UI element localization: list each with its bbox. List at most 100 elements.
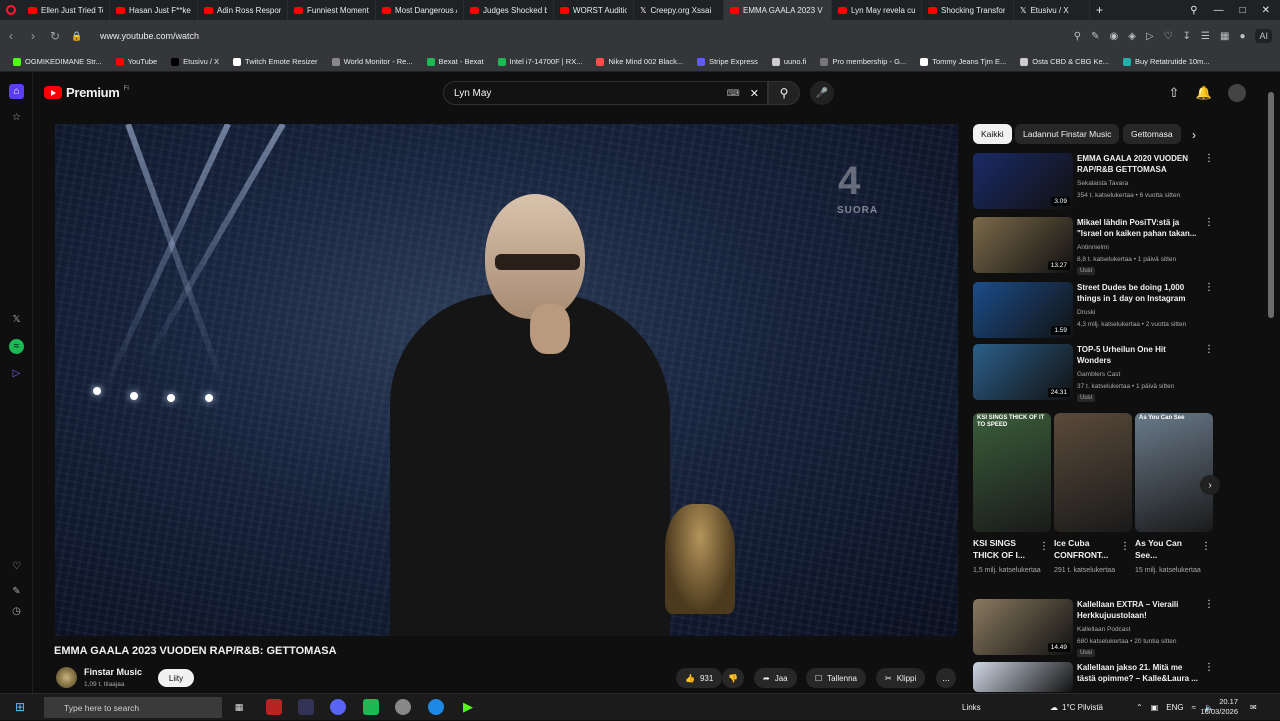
chevron-right-icon[interactable]: › — [1192, 128, 1196, 142]
browser-tab[interactable]: Most Dangerous A — [376, 0, 464, 20]
game-launcher-icon[interactable] — [363, 699, 379, 715]
bookmark-item[interactable]: uuno.fi — [765, 57, 814, 66]
x-icon[interactable]: 𝕏 — [9, 312, 24, 327]
video-title[interactable]: TOP-5 Urheilun One Hit Wonders — [1077, 344, 1199, 366]
play-icon[interactable]: ▷ — [1146, 31, 1154, 42]
home-icon[interactable]: ⌂ — [9, 84, 24, 99]
channel-name[interactable]: Gamblers Cast — [1077, 371, 1207, 378]
join-button[interactable]: Liity — [158, 669, 194, 687]
clock-icon[interactable]: ◷ — [9, 604, 24, 619]
video-title[interactable]: Kallellaan EXTRA – Vieraili Herkkujuusto… — [1077, 599, 1199, 621]
youtube-premium-logo[interactable]: Premium FI — [44, 85, 129, 100]
short-thumbnail[interactable] — [1054, 413, 1132, 532]
avatar[interactable] — [1228, 84, 1246, 102]
voice-search-button[interactable]: 🎤 — [810, 81, 834, 105]
video-thumbnail[interactable]: 3.09 — [973, 153, 1073, 209]
download-icon[interactable]: ↧ — [1183, 31, 1191, 42]
bookmark-item[interactable]: Buy Retatrutide 10m... — [1116, 57, 1217, 66]
url-field[interactable]: www.youtube.com/watch — [100, 31, 199, 41]
app-icon[interactable] — [298, 699, 314, 715]
shorts-next-button[interactable]: › — [1200, 475, 1220, 495]
channel-name[interactable]: Sekalaista Tavara — [1077, 180, 1207, 187]
browser-tab[interactable]: Hasan Just F**ked — [110, 0, 198, 20]
heart-icon[interactable]: ♡ — [9, 559, 24, 574]
bookmark-item[interactable]: OGMIKEDIMANE Str... — [6, 57, 109, 66]
video-thumbnail[interactable]: 14.49 — [973, 599, 1073, 655]
browser-tab[interactable]: Shocking Transfor — [922, 0, 1014, 20]
bookmark-item[interactable]: Intel i7-14700F | RX... — [491, 57, 590, 66]
taskbar-search-input[interactable]: Type here to search — [44, 697, 222, 718]
bookmark-item[interactable]: Etusivu / X — [164, 57, 226, 66]
more-options-icon[interactable]: ⋮ — [1204, 662, 1214, 673]
search-icon[interactable]: ⚲ — [1074, 31, 1081, 42]
wifi-icon[interactable]: ≈ — [1192, 703, 1196, 712]
extensions-icon[interactable]: ▦ — [1220, 31, 1229, 42]
back-icon[interactable]: ‹ — [0, 29, 22, 43]
browser-tab[interactable]: Ellen Just Tried To C — [22, 0, 110, 20]
clip-button[interactable]: ✂ Klippi — [876, 668, 926, 688]
short-title[interactable]: As You Can See... — [1135, 537, 1205, 561]
history-edit-icon[interactable]: ✎ — [9, 584, 24, 599]
task-view-icon[interactable]: ▦ — [231, 699, 247, 715]
windows-start-icon[interactable]: ⊞ — [12, 699, 28, 715]
video-thumbnail[interactable] — [973, 662, 1073, 692]
channel-name[interactable]: Druski — [1077, 309, 1207, 316]
more-options-icon[interactable]: ⋮ — [1204, 217, 1214, 228]
bookmark-item[interactable]: World Monitor - Re... — [325, 57, 420, 66]
camera-icon[interactable]: ◉ — [1110, 31, 1119, 42]
maximize-icon[interactable]: □ — [1240, 5, 1246, 16]
browser-tab[interactable]: 𝕏 Etusivu / X — [1014, 0, 1090, 20]
notifications-icon[interactable]: ✉ — [1250, 694, 1257, 721]
weather-widget[interactable]: ☁ 1°C Pilvistä — [1050, 694, 1103, 721]
channel-avatar[interactable] — [56, 667, 77, 688]
network-icon[interactable]: ▣ — [1151, 703, 1159, 712]
page-scrollbar[interactable] — [1268, 92, 1274, 318]
browser-tab[interactable]: 𝕏 Creepy.org Xssai — [634, 0, 724, 20]
spotify-icon[interactable]: ≈ — [9, 339, 24, 354]
short-title[interactable]: Ice Cuba CONFRONT... — [1054, 537, 1124, 561]
search-tabs-icon[interactable]: ⚲ — [1190, 5, 1197, 16]
forward-icon[interactable]: › — [22, 29, 44, 43]
more-options-icon[interactable]: ⋮ — [1204, 599, 1214, 610]
keyboard-icon[interactable]: ⌨ — [727, 88, 740, 99]
bookmark-item[interactable]: Bexat - Bexat — [420, 57, 491, 66]
minimize-icon[interactable]: — — [1214, 5, 1224, 16]
new-tab-button[interactable]: + — [1090, 0, 1109, 20]
links-toolbar[interactable]: Links — [962, 694, 981, 721]
video-player[interactable]: 4 SUORA — [55, 124, 958, 636]
reload-icon[interactable]: ↻ — [44, 29, 66, 43]
ai-button[interactable]: AI — [1255, 29, 1272, 43]
video-title[interactable]: Mikael lähdin PosiTV:stä ja "Israel on k… — [1077, 217, 1199, 239]
close-window-icon[interactable]: ✕ — [1262, 5, 1270, 16]
video-title[interactable]: Kallellaan jakso 21. Mitä me tästä opimm… — [1077, 662, 1199, 684]
save-button[interactable]: ☐ Tallenna — [806, 668, 866, 688]
settings-icon[interactable] — [395, 699, 411, 715]
recommendation-item[interactable]: 24.31 TOP-5 Urheilun One Hit Wonders Gambl… — [973, 344, 1218, 402]
kick-icon[interactable]: ▶ — [460, 699, 476, 715]
more-options-icon[interactable]: ⋮ — [1204, 153, 1214, 164]
discord-icon[interactable] — [330, 699, 346, 715]
channel-name[interactable]: Finstar Music — [84, 667, 142, 677]
short-thumbnail[interactable]: As You Can See — [1135, 413, 1213, 532]
bell-icon[interactable]: 🔔 — [1195, 84, 1213, 102]
short-title[interactable]: KSI SINGS THICK OF I... — [973, 537, 1043, 561]
more-actions-button[interactable]: ... — [936, 668, 956, 688]
browser-tab[interactable]: Funniest Moment — [288, 0, 376, 20]
clear-search-icon[interactable]: ✕ — [750, 87, 759, 100]
more-options-icon[interactable]: ⋮ — [1204, 282, 1214, 293]
bookmark-item[interactable]: YouTube — [109, 57, 164, 66]
channel-name[interactable]: Kallellaan Podcast — [1077, 626, 1207, 633]
recommendation-item[interactable]: 13.27 Mikael lähdin PosiTV:stä ja "Israel… — [973, 217, 1218, 275]
recommendation-item[interactable]: 14.49 Kallellaan EXTRA – Vieraili Herkkuj… — [973, 599, 1218, 657]
player-icon[interactable]: ▷ — [9, 366, 24, 381]
opera-logo-icon[interactable] — [0, 0, 22, 20]
bookmark-item[interactable]: Osta CBD & CBG Ke... — [1013, 57, 1116, 66]
menu-icon[interactable]: ☰ — [1201, 31, 1210, 42]
language-indicator[interactable]: ENG — [1166, 703, 1183, 712]
filter-chip[interactable]: Kaikki — [973, 124, 1012, 144]
bookmark-item[interactable]: Pro membership - G... — [813, 57, 913, 66]
browser-tab[interactable]: Adin Ross Respond — [198, 0, 288, 20]
bookmark-item[interactable]: Nike Mind 002 Black... — [589, 57, 690, 66]
bookmark-item[interactable]: Stripe Express — [690, 57, 765, 66]
browser-tab[interactable]: EMMA GAALA 2023 V — [724, 0, 832, 20]
